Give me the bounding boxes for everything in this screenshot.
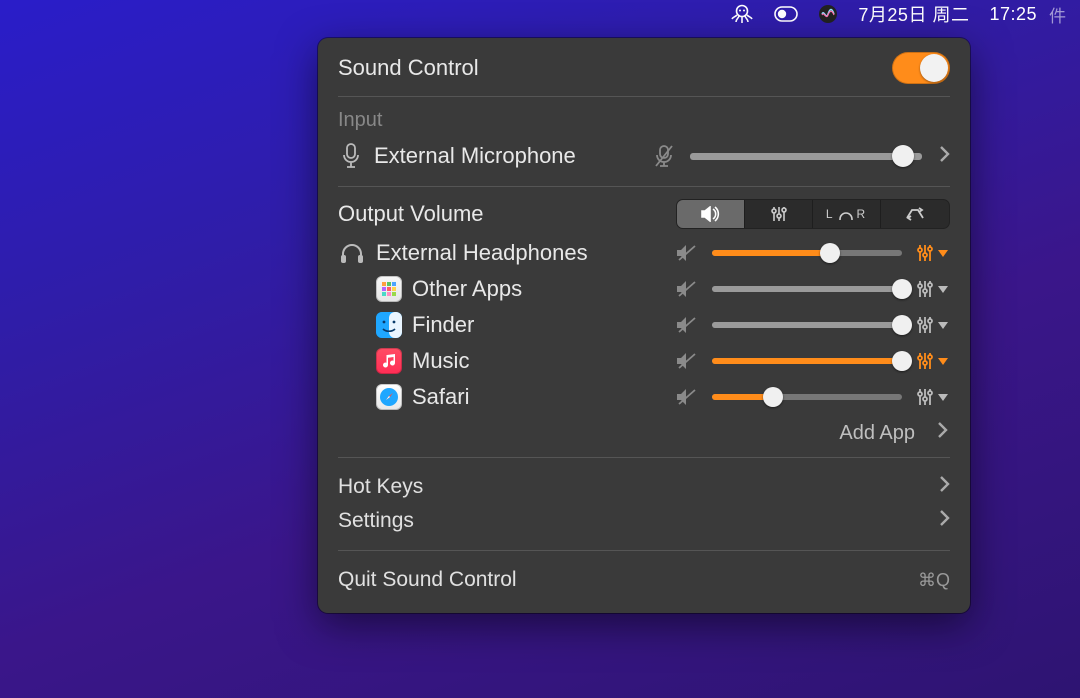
quit-shortcut: ⌘Q (918, 570, 950, 591)
finder-icon (376, 312, 402, 338)
music-icon (376, 348, 402, 374)
panel-title: Sound Control (338, 55, 479, 81)
input-mute-icon[interactable] (652, 144, 676, 168)
output-device-row: External Headphones (338, 235, 950, 271)
menu-bar: 7月25日 周二 17:25 件 (700, 0, 1080, 28)
other-apps-icon (376, 276, 402, 302)
seg-balance[interactable]: L R (813, 200, 881, 228)
hotkeys-row[interactable]: Hot Keys (338, 470, 950, 504)
headphones-icon (338, 241, 366, 265)
menu-extra-octopus-icon[interactable] (730, 0, 754, 28)
app-eq-icon-music[interactable] (914, 351, 936, 371)
app-volume-slider-music[interactable] (712, 358, 902, 364)
input-volume-slider[interactable] (690, 153, 922, 160)
output-mode-segmented: L R (676, 199, 950, 229)
app-row-safari: Safari (338, 379, 950, 415)
app-mute-icon-other[interactable] (674, 280, 700, 298)
add-app-chevron-icon[interactable] (937, 421, 948, 445)
siri-icon[interactable] (818, 0, 838, 28)
app-volume-slider-other[interactable] (712, 286, 902, 292)
add-app-button[interactable]: Add App (839, 422, 915, 445)
app-mute-icon-finder[interactable] (674, 316, 700, 334)
output-device-label: External Headphones (376, 240, 588, 266)
app-row-music: Music (338, 343, 950, 379)
menubar-time[interactable]: 17:25 (989, 0, 1037, 28)
settings-row[interactable]: Settings (338, 504, 950, 538)
app-label-other: Other Apps (412, 276, 522, 302)
app-label-music: Music (412, 348, 469, 374)
seg-volume[interactable] (677, 200, 745, 228)
quit-row[interactable]: Quit Sound Control ⌘Q (338, 563, 950, 597)
app-volume-slider-safari[interactable] (712, 394, 902, 400)
output-section-label: Output Volume (338, 201, 484, 227)
seg-eq[interactable] (745, 200, 813, 228)
safari-icon (376, 384, 402, 410)
app-row-other: Other Apps (338, 271, 950, 307)
quit-label: Quit Sound Control (338, 568, 517, 592)
input-section-label: Input (338, 109, 950, 132)
hotkeys-label: Hot Keys (338, 475, 423, 499)
microphone-icon (338, 143, 364, 169)
app-caret-icon-safari[interactable] (936, 392, 950, 402)
app-volume-slider-finder[interactable] (712, 322, 902, 328)
app-row-finder: Finder (338, 307, 950, 343)
menubar-watermark: 件 (1049, 0, 1066, 28)
app-caret-icon-finder[interactable] (936, 320, 950, 330)
sound-control-panel: Sound Control Input External Microphone (318, 38, 970, 613)
app-eq-icon-finder[interactable] (914, 315, 936, 335)
settings-chevron-icon (939, 509, 950, 533)
master-toggle[interactable] (892, 52, 950, 84)
seg-routing[interactable] (881, 200, 949, 228)
app-eq-icon-safari[interactable] (914, 387, 936, 407)
output-device-slider[interactable] (712, 250, 902, 256)
app-label-safari: Safari (412, 384, 469, 410)
menubar-date[interactable]: 7月25日 周二 (858, 0, 969, 28)
output-device-eq-icon[interactable] (914, 243, 936, 263)
balance-l-label: L (826, 207, 835, 221)
hotkeys-chevron-icon (939, 475, 950, 499)
settings-label: Settings (338, 509, 414, 533)
input-device-label: External Microphone (374, 143, 576, 169)
app-eq-icon-other[interactable] (914, 279, 936, 299)
app-mute-icon-safari[interactable] (674, 388, 700, 406)
input-device-row: External Microphone (338, 138, 950, 174)
output-device-mute-icon[interactable] (674, 244, 700, 262)
balance-r-label: R (857, 207, 868, 221)
control-center-icon[interactable] (774, 0, 798, 28)
output-device-caret-icon[interactable] (936, 248, 950, 258)
app-caret-icon-other[interactable] (936, 284, 950, 294)
input-chevron-icon[interactable] (938, 144, 950, 169)
app-caret-icon-music[interactable] (936, 356, 950, 366)
app-label-finder: Finder (412, 312, 474, 338)
app-mute-icon-music[interactable] (674, 352, 700, 370)
